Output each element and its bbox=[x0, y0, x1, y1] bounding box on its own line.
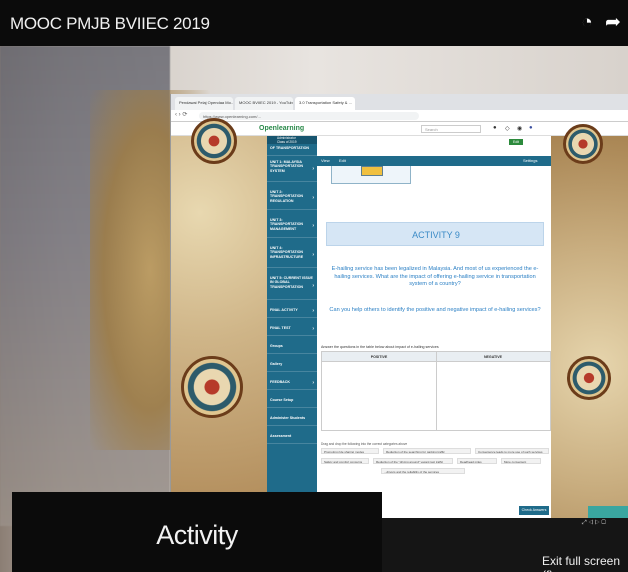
sidebar-item-unit-4[interactable]: UNIT 4: TRANSPORTATION INFRASTRUCTURE › bbox=[267, 244, 317, 268]
drag-chip[interactable]: ...drivers and the reliability of the se… bbox=[381, 468, 465, 474]
player-controls-icons[interactable]: ⤢ ◁ ▷ ▢ bbox=[582, 520, 606, 527]
sidebar-item-label: FINAL ACTIVITY bbox=[270, 308, 298, 312]
player-control-bar: ⤢ ◁ ▷ ▢ Exit full screen (f) bbox=[382, 518, 628, 572]
sidebar-item-label: Assessment bbox=[270, 434, 292, 438]
activity-heading: ACTIVITY 9 bbox=[412, 230, 460, 240]
content-header: Edit bbox=[317, 136, 551, 156]
drag-chip[interactable]: More convenient bbox=[501, 458, 541, 464]
nav-arrows-icon[interactable]: ‹ › ⟳ bbox=[175, 111, 187, 118]
sidebar-item-assessment[interactable]: Assessment bbox=[267, 432, 317, 444]
share-icon[interactable]: ➦ bbox=[602, 12, 624, 34]
edit-button[interactable]: Edit bbox=[509, 139, 523, 145]
chevron-right-icon: › bbox=[312, 282, 314, 289]
categorize-table: POSITIVE NEGATIVE bbox=[321, 351, 551, 431]
map-background-right bbox=[551, 136, 628, 520]
browser-tab[interactable]: Pendawai Pelaj Opendaa Mo... bbox=[175, 97, 233, 110]
sidebar-item-gallery[interactable]: Gallery bbox=[267, 360, 317, 372]
sidebar-item-label: Gallery bbox=[270, 362, 283, 366]
status-badge bbox=[588, 506, 628, 518]
compass-rose-icon bbox=[181, 356, 243, 418]
drag-chip[interactable]: Reduction of the searching for parking t… bbox=[383, 448, 471, 454]
openlearning-logo[interactable]: Openlearning bbox=[259, 125, 304, 132]
chevron-right-icon: › bbox=[312, 379, 314, 386]
activity-content bbox=[317, 156, 551, 520]
course-class-label: Class of 2019 bbox=[277, 139, 297, 144]
check-answers-button[interactable]: Check Answers bbox=[519, 506, 549, 515]
search-input[interactable]: Search bbox=[421, 125, 481, 133]
sidebar-item-label: Groups bbox=[270, 344, 283, 348]
caption-overlay: Activity bbox=[12, 492, 382, 572]
recorded-screen: Pendawai Pelaj Opendaa Mo... MOOC BVIIEC… bbox=[170, 94, 628, 520]
settings-button[interactable]: Settings bbox=[523, 158, 537, 163]
sidebar-item-label: UNIT 2: TRANSPORTATION REGULATION bbox=[270, 190, 304, 203]
clock-icon[interactable]: ◔ bbox=[576, 12, 598, 34]
menu-icon[interactable]: ◉ bbox=[517, 125, 522, 132]
browser-tab[interactable]: MOOC BVIIEC 2019 - YouTube bbox=[235, 97, 293, 110]
sidebar-section-header: OF TRANSPORTATION bbox=[267, 144, 317, 156]
illustration-box bbox=[361, 166, 383, 176]
exit-fullscreen-tooltip: Exit full screen (f) bbox=[542, 554, 621, 572]
table-divider bbox=[436, 352, 437, 430]
drag-instruction: Drag and drop the following into the cor… bbox=[321, 442, 408, 446]
drag-chip[interactable]: Promoting ride sharing modes bbox=[321, 448, 379, 454]
sidebar-item-label: Course Setup bbox=[270, 398, 294, 402]
activity-question: Can you help others to identify the posi… bbox=[329, 307, 541, 313]
bell-icon[interactable]: ● bbox=[493, 125, 497, 131]
sidebar-item-final-activity[interactable]: FINAL ACTIVITY › bbox=[267, 306, 317, 318]
chevron-right-icon: › bbox=[312, 222, 314, 229]
course-sidebar: OF TRANSPORTATION UNIT 1: MALAYSIA TRANS… bbox=[267, 144, 317, 520]
sidebar-item-final-test[interactable]: FINAL TEST › bbox=[267, 324, 317, 336]
sidebar-item-label: FEEDBACK bbox=[270, 380, 290, 384]
sidebar-item-unit-1[interactable]: UNIT 1: MALAYSIA TRANSPORTATION SYSTEM › bbox=[267, 158, 317, 182]
activity-banner: ACTIVITY 9 bbox=[326, 222, 544, 246]
drag-chip[interactable]: Reduction of the "driving around" vacant… bbox=[373, 458, 453, 464]
avatar[interactable]: ● bbox=[529, 125, 533, 131]
map-background-left bbox=[171, 136, 267, 520]
sidebar-item-groups[interactable]: Groups bbox=[267, 342, 317, 354]
chevron-right-icon: › bbox=[312, 165, 314, 172]
drag-chip[interactable]: Convenience leads to more use of such se… bbox=[475, 448, 549, 454]
activity-paragraph: E-hailing service has been legalized in … bbox=[331, 266, 539, 288]
table-instruction: Answer the questions in the table below … bbox=[321, 345, 439, 349]
sidebar-item-label: UNIT 5: CURRENT ISSUE IN GLOBAL TRANSPOR… bbox=[270, 276, 313, 289]
compass-rose-icon bbox=[563, 124, 603, 164]
drag-chip[interactable]: Deadhead miles bbox=[457, 458, 497, 464]
chevron-right-icon: › bbox=[312, 251, 314, 258]
sidebar-item-unit-2[interactable]: UNIT 2: TRANSPORTATION REGULATION › bbox=[267, 188, 317, 210]
video-title[interactable]: MOOC PMJB BVIIEC 2019 bbox=[10, 14, 210, 34]
column-positive: POSITIVE bbox=[370, 355, 388, 359]
compass-rose-icon bbox=[191, 118, 237, 164]
address-bar: ‹ › ⟳ https://www.openlearning.com/... bbox=[171, 110, 628, 122]
chevron-right-icon: › bbox=[312, 307, 314, 314]
column-negative: NEGATIVE bbox=[483, 355, 503, 359]
sidebar-course-header: Administrator Class of 2019 bbox=[267, 136, 317, 144]
sidebar-item-label: Administer Students bbox=[270, 416, 306, 420]
sidebar-item-label: UNIT 1: MALAYSIA TRANSPORTATION SYSTEM bbox=[270, 160, 304, 173]
sidebar-item-unit-3[interactable]: UNIT 3: TRANSPORTATION MANAGEMENT › bbox=[267, 216, 317, 238]
sidebar-item-label: UNIT 4: TRANSPORTATION INFRASTRUCTURE bbox=[270, 246, 304, 259]
sidebar-item-label: UNIT 3: TRANSPORTATION MANAGEMENT bbox=[270, 218, 304, 231]
video-frame: Pendawai Pelaj Opendaa Mo... MOOC BVIIEC… bbox=[0, 0, 628, 572]
sidebar-item-administer-students[interactable]: Administer Students bbox=[267, 414, 317, 426]
chevron-right-icon: › bbox=[312, 325, 314, 332]
openlearning-header: Openlearning Search ● ◇ ◉ ● bbox=[171, 122, 628, 136]
edit-tab[interactable]: Edit bbox=[339, 158, 346, 163]
view-tab[interactable]: View bbox=[321, 158, 330, 163]
sidebar-item-unit-5[interactable]: UNIT 5: CURRENT ISSUE IN GLOBAL TRANSPOR… bbox=[267, 274, 317, 300]
sidebar-item-feedback[interactable]: FEEDBACK › bbox=[267, 378, 317, 390]
caption-text: Activity bbox=[156, 520, 238, 550]
url-field[interactable]: https://www.openlearning.com/... bbox=[199, 112, 419, 120]
sidebar-item-label: FINAL TEST bbox=[270, 326, 291, 330]
sidebar-section-label: OF TRANSPORTATION bbox=[270, 146, 309, 150]
browser-tab-active[interactable]: 3.0 Transportation Safety & ... bbox=[295, 97, 355, 110]
browser-tab-bar: Pendawai Pelaj Opendaa Mo... MOOC BVIIEC… bbox=[171, 94, 628, 110]
message-icon[interactable]: ◇ bbox=[505, 125, 510, 132]
sidebar-item-course-setup[interactable]: Course Setup bbox=[267, 396, 317, 408]
compass-rose-icon bbox=[567, 356, 611, 400]
page-toolbar: View Edit Settings bbox=[317, 156, 551, 166]
drag-chip[interactable]: Safety and comfort concerns bbox=[321, 458, 369, 464]
chevron-right-icon: › bbox=[312, 194, 314, 201]
video-top-bar: MOOC PMJB BVIIEC 2019 ◔ ➦ bbox=[0, 0, 628, 46]
